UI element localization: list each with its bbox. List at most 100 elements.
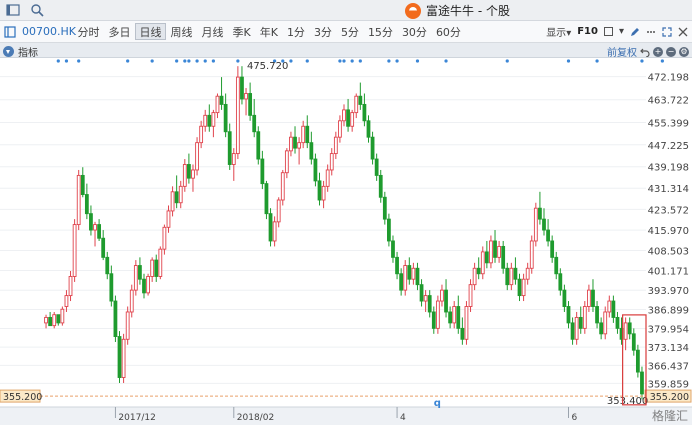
f10-button[interactable]: F10 bbox=[577, 26, 598, 37]
candle-body bbox=[476, 267, 481, 275]
event-marker-dot bbox=[350, 59, 354, 63]
candle-body bbox=[623, 322, 628, 340]
event-marker-dot bbox=[505, 59, 509, 63]
tab-yearly[interactable]: 年K bbox=[255, 23, 282, 40]
tab-1min[interactable]: 1分 bbox=[282, 23, 309, 40]
tab-5min[interactable]: 5分 bbox=[336, 23, 363, 40]
indicator-toggle[interactable]: 指标 bbox=[3, 44, 38, 59]
tab-weekly[interactable]: 周线 bbox=[166, 23, 197, 40]
fullscreen-icon[interactable] bbox=[662, 26, 672, 37]
event-marker-dot bbox=[175, 59, 179, 63]
candle-body bbox=[268, 213, 273, 242]
candlestick-chart[interactable]: 472.198 463.722 455.399 447.225 439.198 431.3… bbox=[0, 58, 692, 425]
y-tick-label: 393.970 bbox=[648, 286, 689, 297]
close-icon[interactable] bbox=[678, 27, 688, 37]
candle-body bbox=[187, 164, 191, 179]
tab-daily[interactable]: 日线 bbox=[135, 23, 166, 40]
event-marker-dot bbox=[387, 59, 391, 63]
event-marker-dot bbox=[338, 59, 342, 63]
current-price-tag: 355.200 bbox=[3, 392, 42, 403]
y-tick-label: 439.198 bbox=[648, 163, 689, 174]
candle-body bbox=[444, 289, 448, 313]
event-marker-dot bbox=[211, 59, 215, 63]
candle-body bbox=[395, 256, 399, 275]
candle-body bbox=[456, 306, 461, 329]
tab-quarterly[interactable]: 季K bbox=[228, 23, 255, 40]
candle-body bbox=[472, 267, 477, 286]
sidebar-toggle-icon[interactable] bbox=[6, 3, 20, 17]
candle-body bbox=[68, 276, 73, 297]
event-marker-dot bbox=[640, 59, 644, 63]
y-tick-label: 415.970 bbox=[648, 226, 689, 237]
collapse-caret-icon[interactable] bbox=[3, 46, 14, 57]
candle-body bbox=[162, 226, 167, 250]
candle-body bbox=[154, 259, 159, 277]
candle-body bbox=[329, 153, 334, 171]
candle-body bbox=[558, 273, 563, 291]
candle-body bbox=[333, 136, 338, 155]
candle-body bbox=[297, 142, 301, 149]
event-marker-dot bbox=[395, 59, 399, 63]
candle-body bbox=[452, 306, 457, 324]
checkbox-dropdown[interactable] bbox=[603, 27, 613, 36]
candle-body bbox=[101, 237, 106, 258]
event-marker-dot bbox=[305, 59, 309, 63]
event-marker-dot bbox=[236, 59, 240, 63]
candle-body bbox=[150, 259, 155, 277]
chevron-down-icon[interactable]: ▾ bbox=[619, 26, 624, 37]
candle-body bbox=[178, 185, 183, 204]
candle-body bbox=[346, 109, 350, 127]
settings-icon[interactable]: ⚙ bbox=[679, 46, 689, 57]
tab-multi-day[interactable]: 多日 bbox=[104, 23, 135, 40]
tab-15min[interactable]: 15分 bbox=[363, 23, 397, 40]
pen-icon[interactable] bbox=[630, 27, 640, 37]
candle-body bbox=[448, 311, 453, 324]
period-toolbar: 00700.HK 分时 多日 日线 周线 月线 季K 年K 1分 3分 5分 1… bbox=[0, 21, 692, 43]
candle-body bbox=[52, 314, 57, 327]
indicator-label: 指标 bbox=[18, 48, 38, 59]
tab-monthly[interactable]: 月线 bbox=[197, 23, 228, 40]
candle-body bbox=[354, 95, 359, 114]
tab-30min[interactable]: 30分 bbox=[397, 23, 431, 40]
y-tick-label: 408.503 bbox=[648, 247, 689, 258]
y-tick-label: 366.437 bbox=[648, 361, 689, 372]
candle-body bbox=[199, 125, 204, 144]
panel-layout-icon[interactable] bbox=[4, 26, 16, 38]
candle-body bbox=[293, 136, 297, 149]
candle-body bbox=[611, 300, 616, 318]
candle-body bbox=[260, 158, 265, 185]
zoom-out-icon[interactable]: − bbox=[666, 46, 676, 57]
candle-body bbox=[435, 300, 440, 329]
candle-body bbox=[493, 240, 497, 258]
candle-body bbox=[497, 245, 501, 258]
adjust-mode-label[interactable]: 前复权 bbox=[607, 44, 637, 59]
tab-intraday[interactable]: 分时 bbox=[73, 23, 104, 40]
display-menu[interactable]: 显示▾ bbox=[546, 24, 571, 39]
more-icon[interactable] bbox=[646, 27, 656, 37]
undo-icon[interactable] bbox=[640, 47, 650, 57]
tab-60min[interactable]: 60分 bbox=[431, 23, 465, 40]
candle-body bbox=[231, 153, 236, 165]
candle-body bbox=[203, 114, 208, 127]
y-tick-label: 373.134 bbox=[648, 343, 689, 354]
tab-3min[interactable]: 3分 bbox=[309, 23, 336, 40]
candle-body bbox=[460, 327, 465, 340]
candle-body bbox=[480, 251, 485, 275]
candle-body bbox=[599, 322, 604, 335]
candle-body bbox=[174, 191, 179, 204]
candle-body bbox=[256, 131, 261, 160]
candle-body bbox=[191, 169, 195, 179]
candle-body bbox=[570, 322, 575, 340]
right-price-tag: 355.200 bbox=[650, 392, 689, 403]
candle-body bbox=[574, 316, 579, 340]
adjust-controls: 前复权 + − ⚙ bbox=[607, 44, 689, 59]
candle-body bbox=[227, 131, 232, 165]
candle-body bbox=[317, 180, 322, 201]
candle-body bbox=[615, 316, 620, 329]
candle-body bbox=[272, 221, 277, 242]
x-tick-label: 2017/12 bbox=[118, 413, 155, 423]
zoom-in-icon[interactable]: + bbox=[653, 46, 663, 57]
stock-code[interactable]: 00700.HK bbox=[22, 25, 76, 38]
search-icon[interactable] bbox=[30, 3, 44, 17]
candle-body bbox=[321, 185, 326, 201]
